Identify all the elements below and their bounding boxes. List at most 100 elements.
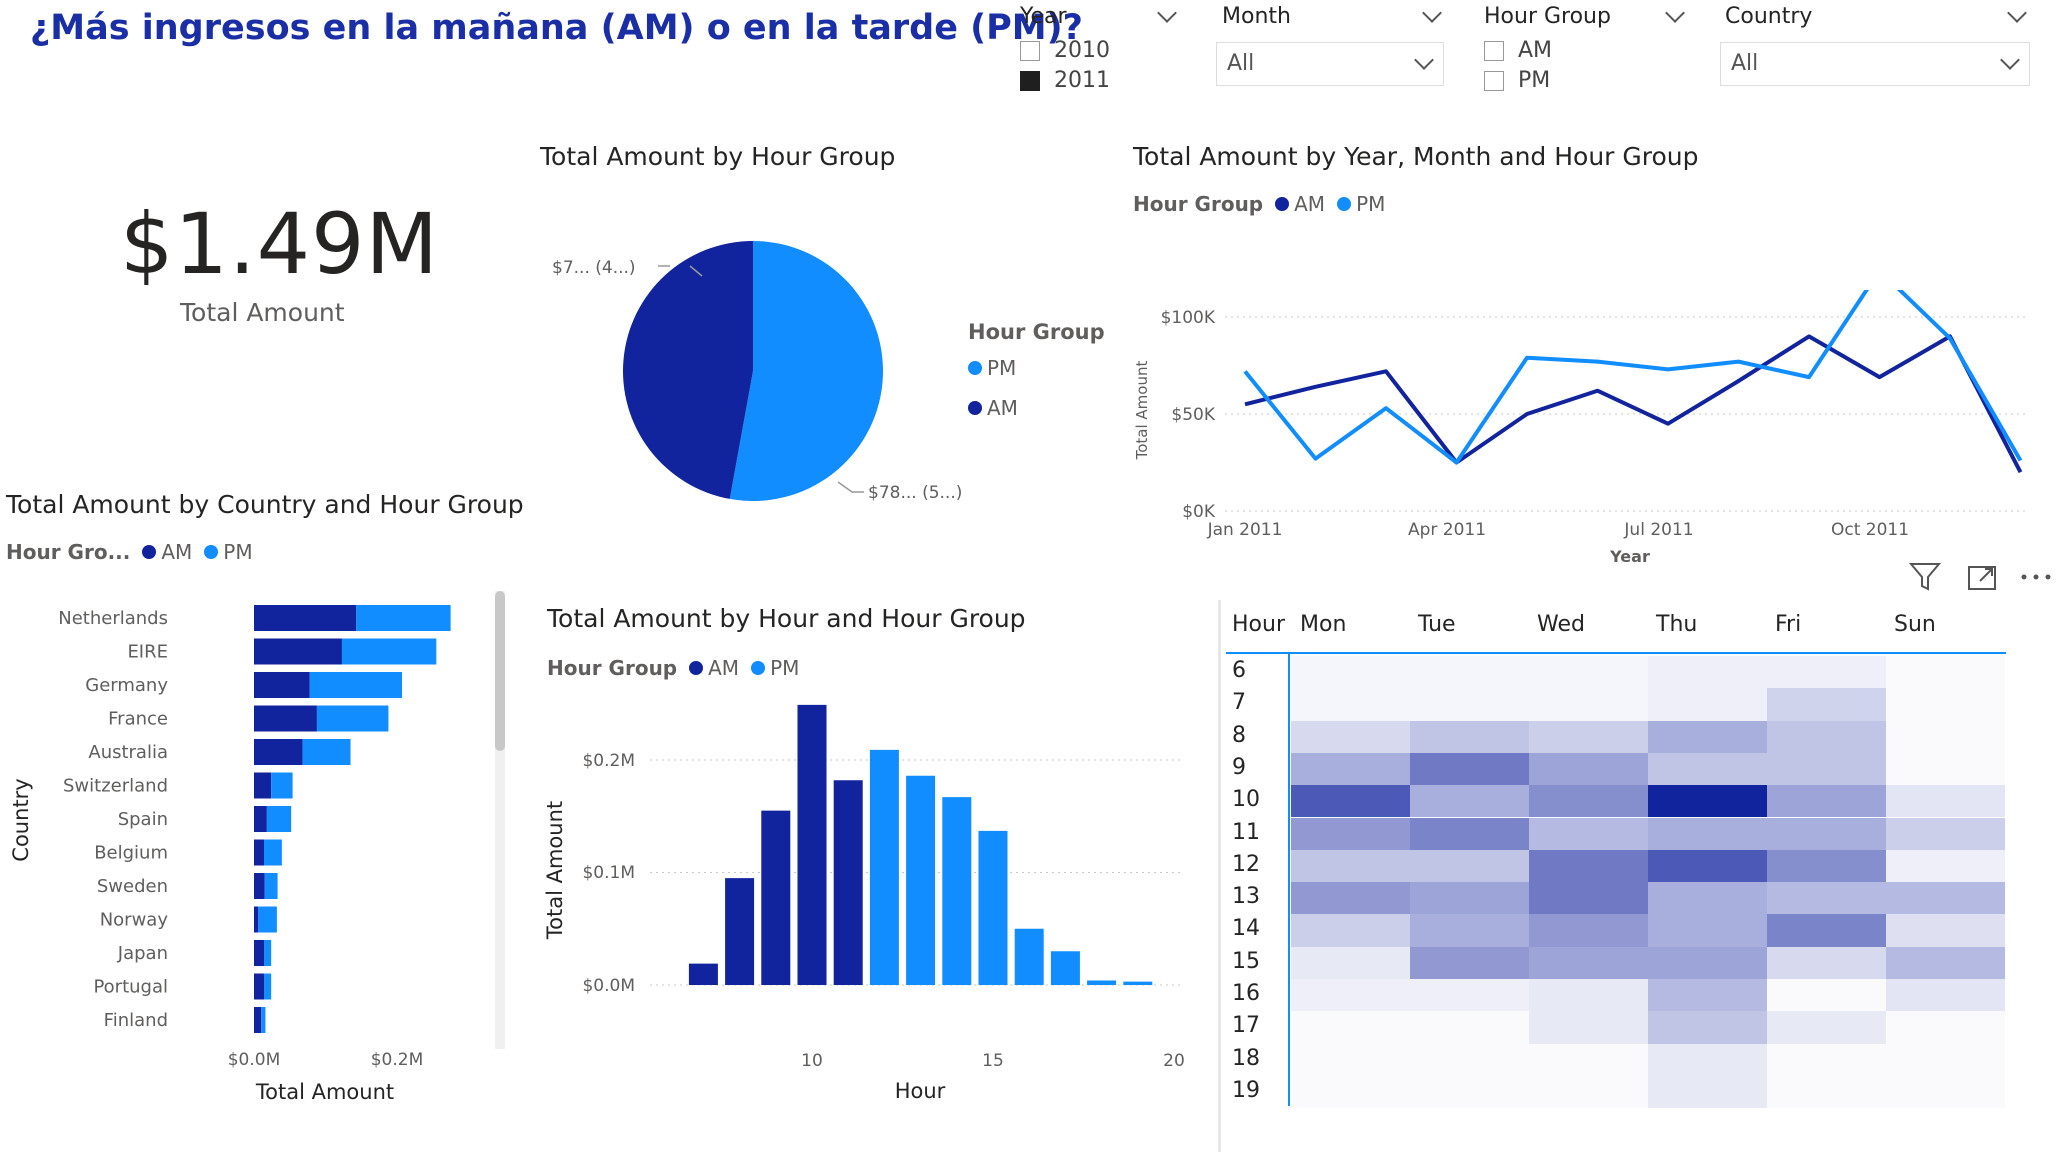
matrix-cell[interactable]: [1767, 979, 1886, 1012]
matrix-cell[interactable]: [1886, 785, 2005, 818]
matrix-cell[interactable]: [1767, 849, 1886, 883]
matrix-cell[interactable]: [1529, 720, 1648, 753]
matrix-cell[interactable]: [1410, 1043, 1529, 1076]
matrix-cell[interactable]: [1291, 1011, 1410, 1044]
matrix-cell[interactable]: [1291, 817, 1410, 850]
matrix-cell[interactable]: [1291, 1043, 1410, 1076]
matrix-cell[interactable]: [1410, 817, 1529, 850]
matrix-cell[interactable]: [1529, 1043, 1648, 1076]
matrix-cell[interactable]: [1291, 720, 1410, 753]
matrix-cell[interactable]: [1886, 1011, 2005, 1044]
matrix-cell[interactable]: [1529, 849, 1648, 883]
matrix-cell[interactable]: [1648, 1075, 1767, 1109]
matrix-cell[interactable]: [1529, 914, 1648, 947]
matrix-column-header-tue[interactable]: Tue: [1418, 612, 1456, 637]
matrix-cell[interactable]: [1648, 979, 1767, 1012]
matrix-cell[interactable]: [1291, 914, 1410, 947]
matrix-cell[interactable]: [1767, 785, 1886, 818]
matrix-cell[interactable]: [1648, 720, 1767, 753]
matrix-cell[interactable]: [1767, 946, 1886, 979]
column-chart[interactable]: $0.0M $0.1M $0.2M 10 15 20 Hour Total Am…: [540, 690, 1200, 1110]
column-bar-hour-11[interactable]: [833, 780, 863, 985]
matrix-cell[interactable]: [1767, 882, 1886, 915]
pie-chart[interactable]: $7... (4...) $78... (5...): [540, 200, 1010, 520]
matrix-column-header-mon[interactable]: Mon: [1300, 612, 1346, 637]
matrix-cell[interactable]: [1410, 785, 1529, 818]
matrix-cell[interactable]: [1291, 656, 1410, 689]
bar-pm[interactable]: [302, 739, 351, 765]
column-bar-hour-12[interactable]: [869, 749, 899, 985]
matrix-cell[interactable]: [1529, 882, 1648, 915]
matrix-cell[interactable]: [1529, 1011, 1648, 1044]
matrix-cell[interactable]: [1767, 914, 1886, 947]
bar-am[interactable]: [254, 638, 342, 665]
pie-slice-am[interactable]: [622, 241, 753, 499]
bar-am[interactable]: [254, 772, 272, 799]
matrix-cell[interactable]: [1886, 979, 2005, 1012]
bar-legend-item-am[interactable]: AM: [142, 540, 192, 564]
matrix-cell[interactable]: [1648, 817, 1767, 850]
matrix-cell[interactable]: [1886, 656, 2005, 689]
focus-mode-icon[interactable]: [1966, 561, 2000, 593]
matrix-cell[interactable]: [1529, 785, 1648, 818]
column-bar-hour-16[interactable]: [1014, 928, 1044, 985]
matrix-cell[interactable]: [1648, 656, 1767, 689]
line-legend-item-pm[interactable]: PM: [1337, 192, 1385, 216]
matrix-cell[interactable]: [1291, 946, 1410, 979]
more-options-icon[interactable]: [2018, 565, 2054, 589]
column-bar-hour-8[interactable]: [725, 878, 755, 985]
matrix-cell[interactable]: [1767, 1043, 1886, 1076]
bar-pm[interactable]: [264, 940, 272, 966]
bar-pm[interactable]: [316, 705, 389, 732]
matrix-cell[interactable]: [1886, 882, 2005, 915]
matrix-cell[interactable]: [1886, 1043, 2005, 1076]
hour-group-option-am[interactable]: AM: [1484, 38, 1552, 63]
hour-group-option-pm[interactable]: PM: [1484, 68, 1550, 93]
matrix-cell[interactable]: [1410, 688, 1529, 721]
matrix-column-header-thu[interactable]: Thu: [1656, 612, 1697, 637]
checkbox-am[interactable]: [1484, 40, 1504, 61]
bar-am[interactable]: [254, 906, 259, 933]
bar-pm[interactable]: [264, 839, 282, 866]
year-slicer-chevron-icon[interactable]: [1157, 3, 1177, 23]
matrix-cell[interactable]: [1529, 656, 1648, 689]
matrix-cell[interactable]: [1529, 752, 1648, 786]
hour-group-slicer-chevron-icon[interactable]: [1665, 3, 1685, 23]
matrix-cell[interactable]: [1291, 688, 1410, 721]
bar-am[interactable]: [254, 672, 310, 698]
matrix-cell[interactable]: [1886, 946, 2005, 979]
matrix-cell[interactable]: [1410, 752, 1529, 786]
checkbox-pm[interactable]: [1484, 70, 1504, 91]
bar-pm[interactable]: [264, 973, 272, 1000]
matrix-cell[interactable]: [1410, 1011, 1529, 1044]
matrix-cell[interactable]: [1886, 849, 2005, 883]
column-legend-item-am[interactable]: AM: [689, 656, 739, 680]
matrix-cell[interactable]: [1648, 914, 1767, 947]
bar-am[interactable]: [254, 940, 265, 966]
matrix-cell[interactable]: [1767, 1011, 1886, 1044]
column-bar-hour-18[interactable]: [1087, 980, 1117, 986]
matrix-cell[interactable]: [1291, 752, 1410, 786]
bar-am[interactable]: [254, 1007, 262, 1033]
year-option-2011[interactable]: 2011: [1020, 68, 1110, 93]
checkbox-2010[interactable]: [1020, 40, 1040, 61]
matrix-cell[interactable]: [1648, 946, 1767, 979]
bar-pm[interactable]: [271, 772, 293, 799]
column-bar-hour-7[interactable]: [688, 963, 718, 985]
month-slicer-chevron-icon[interactable]: [1422, 3, 1442, 23]
bar-pm[interactable]: [261, 1007, 266, 1033]
matrix-column-header-wed[interactable]: Wed: [1537, 612, 1585, 637]
filter-icon[interactable]: [1908, 561, 1942, 593]
matrix-cell[interactable]: [1410, 882, 1529, 915]
matrix-cell[interactable]: [1291, 979, 1410, 1012]
matrix-cell[interactable]: [1410, 946, 1529, 979]
matrix-cell[interactable]: [1410, 720, 1529, 753]
matrix-cell[interactable]: [1648, 752, 1767, 786]
pie-legend-item-pm[interactable]: PM: [968, 356, 1016, 380]
matrix-cell[interactable]: [1291, 849, 1410, 883]
month-dropdown[interactable]: All: [1216, 42, 1444, 86]
matrix-cell[interactable]: [1648, 1011, 1767, 1044]
column-bar-hour-13[interactable]: [906, 775, 936, 985]
pie-legend-item-am[interactable]: AM: [968, 396, 1018, 420]
column-legend-item-pm[interactable]: PM: [751, 656, 799, 680]
